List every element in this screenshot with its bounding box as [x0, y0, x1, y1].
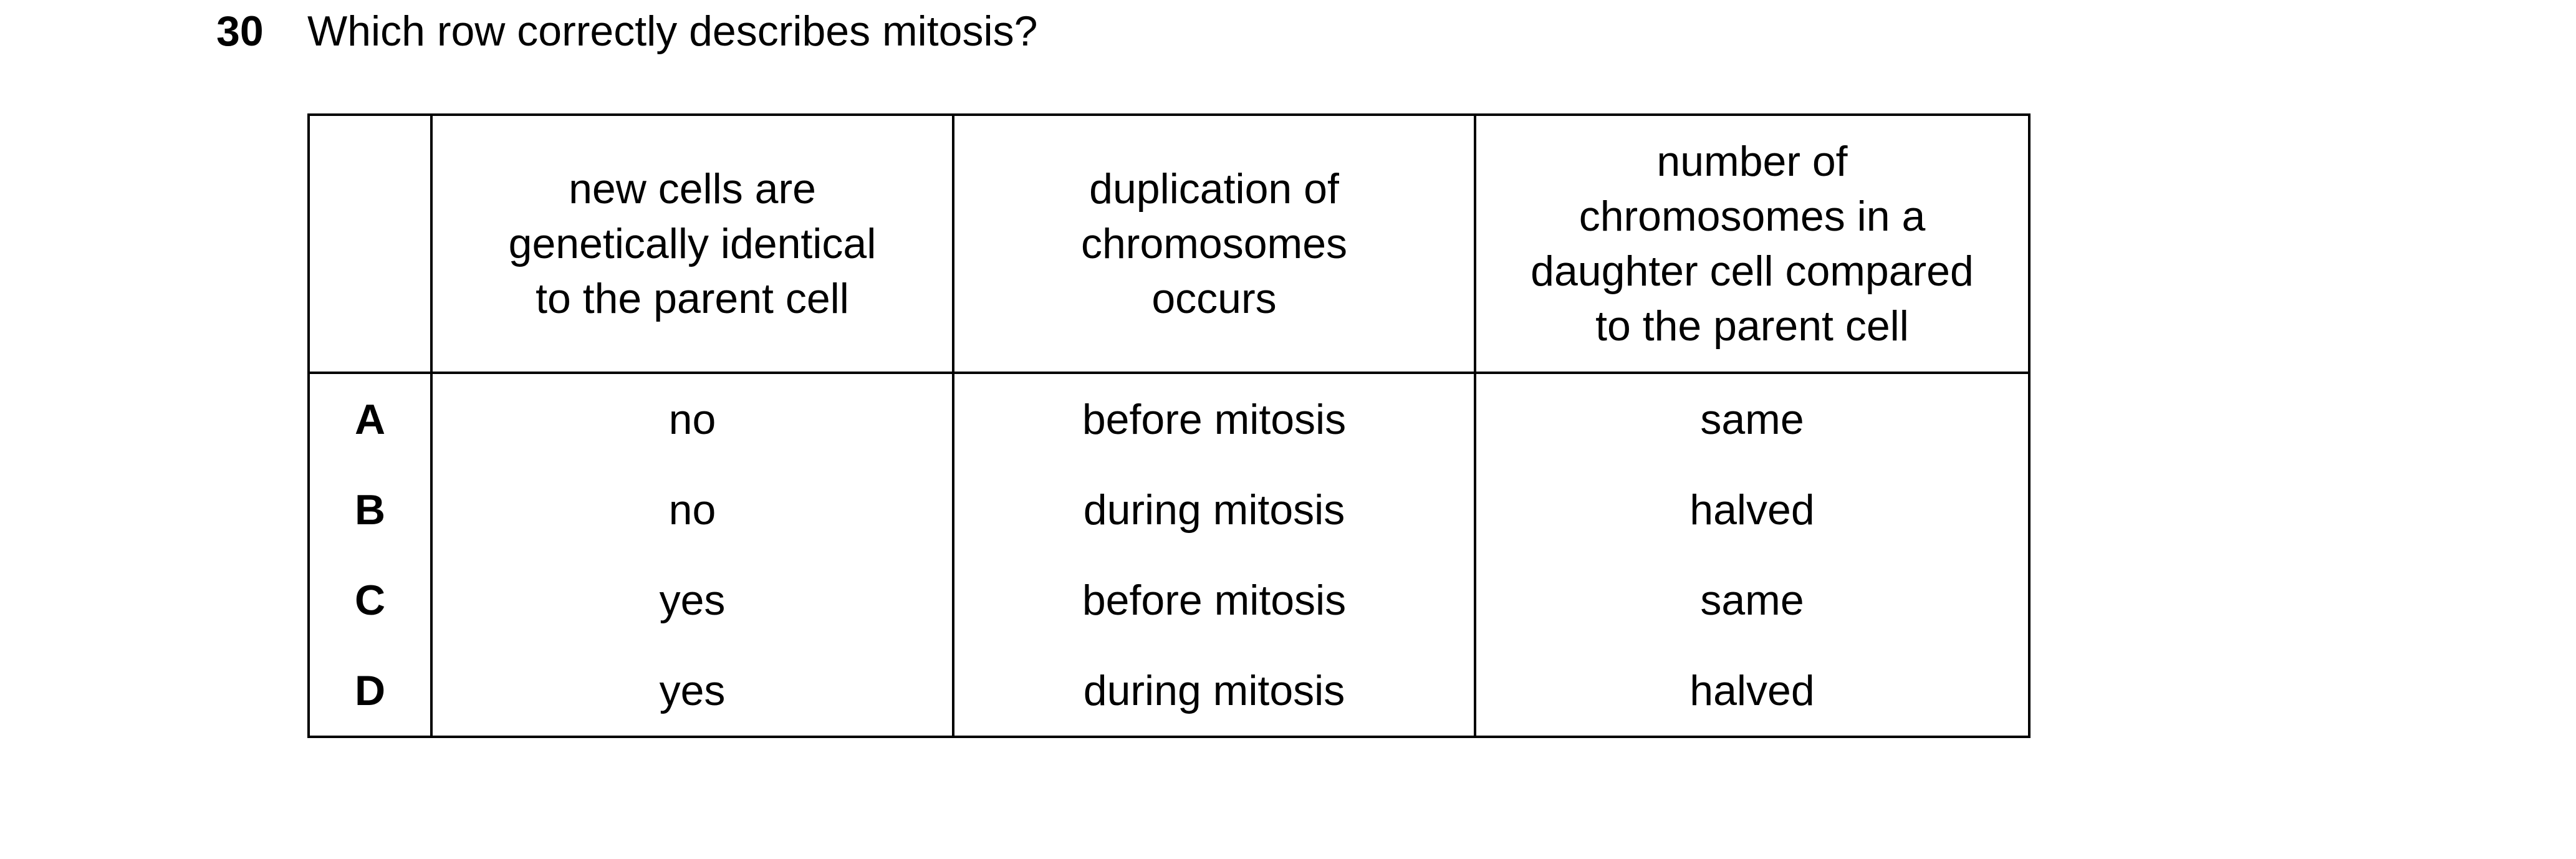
cell-chromosome-number: halved	[1474, 464, 2031, 555]
cell-genetically-identical: no	[430, 373, 954, 464]
cell-chromosome-number: same	[1474, 373, 2031, 464]
header-empty-cell	[307, 113, 433, 374]
answer-options-table: new cells are genetically identical to t…	[307, 113, 2031, 738]
header-line: occurs	[1151, 275, 1277, 322]
header-line: to the parent cell	[1595, 302, 1909, 350]
header-line: new cells are	[569, 165, 816, 213]
header-line: genetically identical	[508, 220, 877, 267]
question-text: Which row correctly describes mitosis?	[307, 7, 1038, 55]
table-row: C yes before mitosis same	[307, 555, 2031, 645]
header-line: chromosomes	[1080, 220, 1348, 267]
cell-duplication: before mitosis	[952, 373, 1476, 464]
table-row: A no before mitosis same	[307, 373, 2031, 464]
row-letter: A	[307, 373, 433, 464]
cell-chromosome-number: same	[1474, 555, 2031, 645]
cell-duplication: before mitosis	[952, 555, 1476, 645]
cell-duplication: during mitosis	[952, 645, 1476, 738]
cell-genetically-identical: no	[430, 464, 954, 555]
header-genetically-identical: new cells are genetically identical to t…	[430, 113, 954, 374]
header-chromosome-number: number of chromosomes in a daughter cell…	[1474, 113, 2031, 374]
row-letter: C	[307, 555, 433, 645]
row-letter: B	[307, 464, 433, 555]
table-row: B no during mitosis halved	[307, 464, 2031, 555]
table-header-row: new cells are genetically identical to t…	[307, 113, 2031, 374]
cell-chromosome-number: halved	[1474, 645, 2031, 738]
cell-genetically-identical: yes	[430, 645, 954, 738]
cell-duplication: during mitosis	[952, 464, 1476, 555]
table-row: D yes during mitosis halved	[307, 645, 2031, 738]
row-letter: D	[307, 645, 433, 738]
header-duplication-of-chromosomes: duplication of chromosomes occurs	[952, 113, 1476, 374]
header-line: chromosomes in a	[1579, 193, 1926, 240]
header-line: daughter cell compared	[1531, 247, 1974, 295]
question-number: 30	[216, 7, 264, 55]
header-line: to the parent cell	[536, 275, 849, 322]
header-line: duplication of	[1089, 165, 1339, 213]
header-line: number of	[1656, 138, 1848, 185]
cell-genetically-identical: yes	[430, 555, 954, 645]
